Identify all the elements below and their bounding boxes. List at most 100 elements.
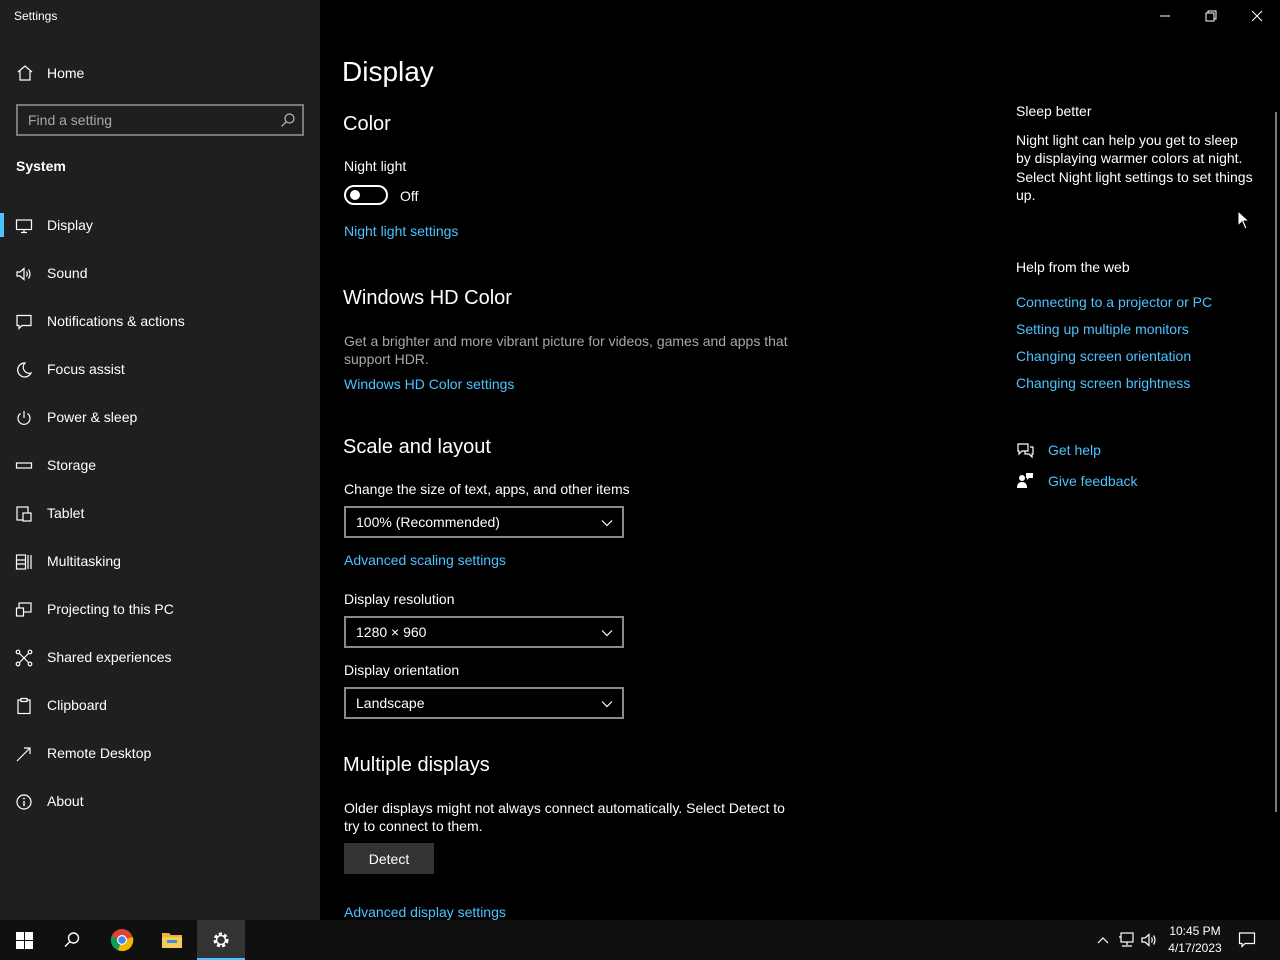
toggle-knob: [350, 190, 360, 200]
sidebar-item-projecting[interactable]: Projecting to this PC: [0, 589, 320, 637]
multiple-displays-heading: Multiple displays: [343, 754, 490, 776]
multiple-description-line-1: Older displays might not always connect …: [344, 800, 785, 816]
close-icon: [1251, 10, 1263, 22]
minimize-icon: [1160, 15, 1170, 17]
sidebar-item-label: Remote Desktop: [47, 745, 152, 761]
sidebar-item-display[interactable]: Display: [0, 205, 320, 253]
volume-icon: [1141, 933, 1156, 947]
sidebar-item-label: Display: [47, 217, 93, 233]
night-light-settings-link[interactable]: Night light settings: [344, 223, 458, 239]
sleep-text-line-2: by displaying warmer colors at night.: [1016, 150, 1243, 166]
shared-icon: [15, 649, 33, 667]
settings-taskbar-button[interactable]: [197, 920, 245, 960]
give-feedback-link[interactable]: Give feedback: [1048, 473, 1138, 489]
help-link-projector[interactable]: Connecting to a projector or PC: [1016, 294, 1212, 310]
mouse-cursor-icon: [1237, 210, 1251, 230]
sidebar-item-shared-experiences[interactable]: Shared experiences: [0, 637, 320, 685]
resolution-dropdown[interactable]: 1280 × 960: [344, 616, 624, 648]
sidebar-item-label: Notifications & actions: [47, 313, 185, 329]
feedback-icon: [1017, 473, 1033, 488]
action-center-button[interactable]: [1238, 930, 1256, 950]
start-button[interactable]: [0, 920, 48, 960]
night-light-label: Night light: [344, 158, 407, 174]
sidebar-item-label: About: [47, 793, 84, 809]
home-icon: [17, 65, 33, 81]
search-input[interactable]: [18, 106, 268, 134]
sidebar: Settings Home System Display Sound: [0, 0, 320, 920]
get-help-link[interactable]: Get help: [1048, 442, 1101, 458]
sidebar-item-clipboard[interactable]: Clipboard: [0, 685, 320, 733]
restore-icon: [1205, 10, 1217, 22]
hdr-settings-link[interactable]: Windows HD Color settings: [344, 376, 514, 392]
sidebar-item-sound[interactable]: Sound: [0, 253, 320, 301]
help-link-brightness[interactable]: Changing screen brightness: [1016, 375, 1190, 391]
scale-heading: Scale and layout: [343, 436, 491, 458]
search-box: [16, 104, 304, 136]
folder-icon: [162, 933, 182, 948]
notification-icon: [1238, 932, 1256, 948]
night-light-toggle[interactable]: [344, 185, 388, 205]
sidebar-item-label: Focus assist: [47, 361, 125, 377]
hdr-description-line-1: Get a brighter and more vibrant picture …: [344, 333, 788, 349]
home-nav-item[interactable]: Home: [0, 57, 320, 89]
sidebar-item-label: Shared experiences: [47, 649, 172, 665]
detect-button[interactable]: Detect: [344, 843, 434, 874]
volume-tray-button[interactable]: [1141, 930, 1159, 950]
windows-logo-icon: [15, 931, 33, 949]
show-hidden-icons-button[interactable]: [1094, 930, 1112, 950]
scrollbar[interactable]: [1275, 112, 1277, 812]
taskbar: 10:45 PM 4/17/2023: [0, 920, 1280, 960]
scale-value: 100% (Recommended): [356, 514, 500, 530]
size-label: Change the size of text, apps, and other…: [344, 481, 630, 497]
sleep-better-heading: Sleep better: [1016, 103, 1092, 119]
search-icon[interactable]: [280, 112, 296, 128]
help-link-orientation[interactable]: Changing screen orientation: [1016, 348, 1191, 364]
resolution-value: 1280 × 960: [356, 624, 427, 640]
sidebar-item-focus-assist[interactable]: Focus assist: [0, 349, 320, 397]
power-icon: [17, 411, 31, 425]
taskbar-search-button[interactable]: [48, 920, 96, 960]
section-label-system: System: [16, 158, 66, 174]
chevron-down-icon: [601, 701, 613, 708]
close-button[interactable]: [1234, 0, 1280, 32]
toggle-state-text: Off: [400, 188, 419, 204]
storage-icon: [15, 462, 33, 469]
tablet-icon: [16, 506, 32, 522]
remote-desktop-icon: [16, 747, 31, 762]
network-icon: [1119, 932, 1134, 947]
scale-dropdown[interactable]: 100% (Recommended): [344, 506, 624, 538]
system-clock[interactable]: 10:45 PM 4/17/2023: [1160, 923, 1230, 957]
multiple-description-line-2: try to connect to them.: [344, 818, 483, 834]
sidebar-item-notifications[interactable]: Notifications & actions: [0, 301, 320, 349]
gear-icon: [213, 932, 229, 948]
advanced-scaling-link[interactable]: Advanced scaling settings: [344, 552, 506, 568]
sidebar-item-about[interactable]: About: [0, 781, 320, 829]
restore-button[interactable]: [1188, 0, 1234, 32]
sidebar-item-label: Clipboard: [47, 697, 107, 713]
color-heading: Color: [343, 113, 391, 135]
sidebar-item-storage[interactable]: Storage: [0, 445, 320, 493]
page-title: Display: [342, 56, 434, 87]
projecting-icon: [15, 602, 32, 617]
file-explorer-taskbar-button[interactable]: [148, 920, 196, 960]
network-tray-button[interactable]: [1118, 930, 1136, 950]
chevron-down-icon: [601, 520, 613, 527]
orientation-dropdown[interactable]: Landscape: [344, 687, 624, 719]
help-link-multiple-monitors[interactable]: Setting up multiple monitors: [1016, 321, 1189, 337]
hdr-description-line-2: support HDR.: [344, 351, 429, 367]
sidebar-item-multitasking[interactable]: Multitasking: [0, 541, 320, 589]
sidebar-nav: Display Sound Notifications & actions Fo…: [0, 205, 320, 829]
chrome-taskbar-button[interactable]: [98, 920, 146, 960]
clipboard-icon: [17, 697, 31, 715]
minimize-button[interactable]: [1142, 0, 1188, 32]
clock-time: 10:45 PM: [1169, 924, 1221, 938]
sidebar-item-tablet[interactable]: Tablet: [0, 493, 320, 541]
sidebar-item-remote-desktop[interactable]: Remote Desktop: [0, 733, 320, 781]
main-content: Display Color Night light Off Night ligh…: [320, 0, 1280, 920]
sidebar-item-label: Multitasking: [47, 553, 121, 569]
search-icon: [64, 932, 80, 947]
sleep-text-line-3: Select Night light settings to set thing…: [1016, 169, 1253, 185]
sidebar-item-power-sleep[interactable]: Power & sleep: [0, 397, 320, 445]
advanced-display-link[interactable]: Advanced display settings: [344, 904, 506, 920]
sidebar-item-label: Storage: [47, 457, 97, 473]
